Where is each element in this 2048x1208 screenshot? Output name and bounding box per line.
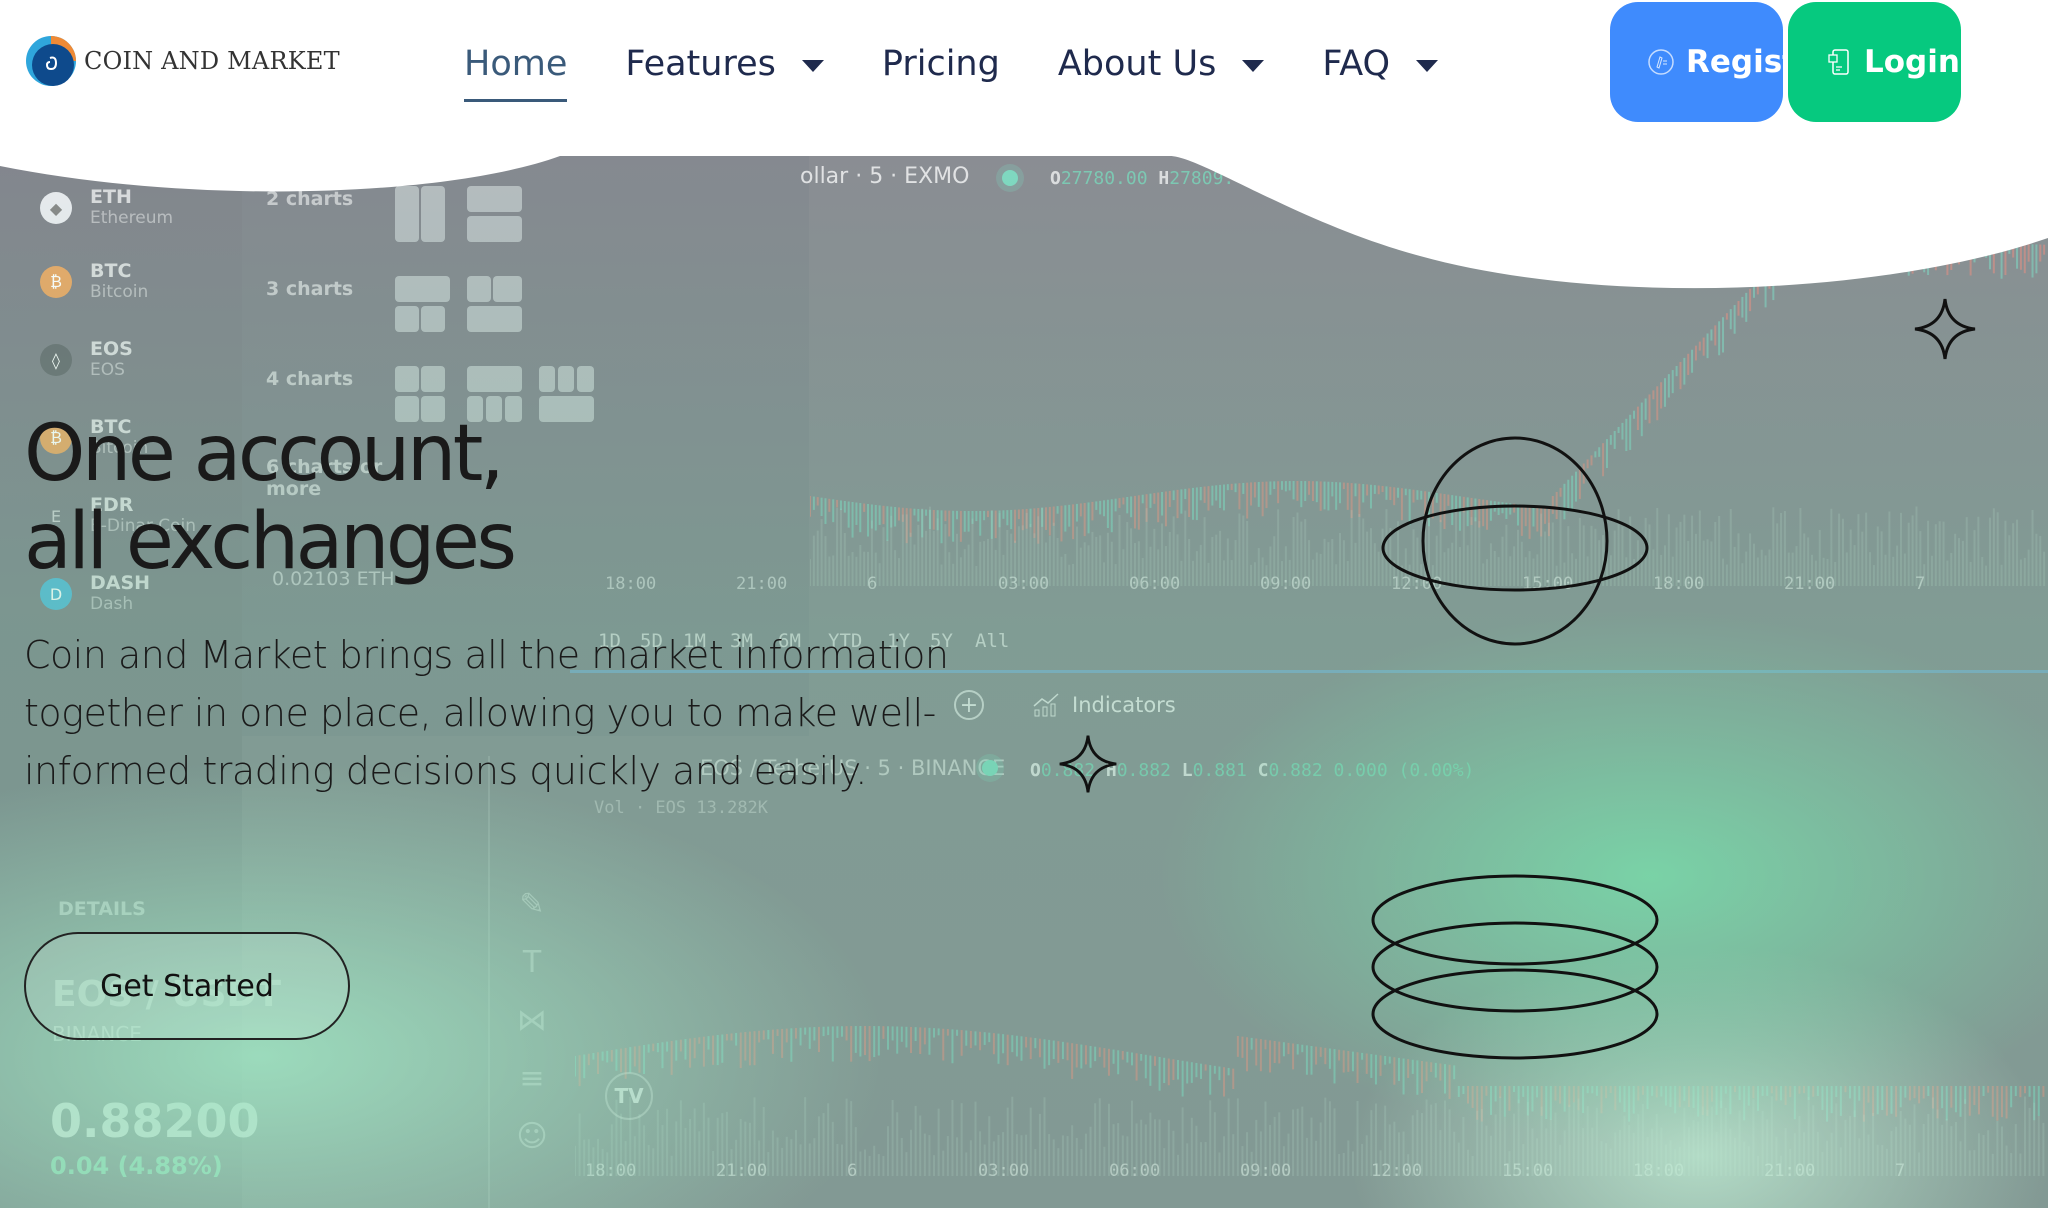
caret-down-icon: [1242, 60, 1265, 72]
time-axis-label: 18:00: [1633, 1161, 1685, 1181]
coin-name: EOS: [90, 360, 125, 380]
layout-tile: [467, 366, 522, 392]
brush-icon[interactable]: ✎: [512, 876, 552, 934]
time-axis-label: 21:00: [736, 574, 788, 594]
hero-title-line-1: One account,: [24, 409, 505, 499]
time-axis-label: 21:00: [716, 1161, 768, 1181]
details-heading: DETAILS: [58, 898, 146, 920]
bottom-close: 0.882: [1268, 760, 1323, 781]
time-axis-label: 09:00: [1240, 1161, 1292, 1181]
time-axis-label: 03:00: [998, 574, 1050, 594]
nav-features-label: Features: [625, 44, 776, 84]
time-axis-label: 06:00: [1109, 1161, 1161, 1181]
layout-tile: [421, 306, 445, 332]
edit-circle-icon: [1648, 49, 1674, 75]
sparkle-icon: [1914, 298, 1976, 360]
bottom-change: 0.000 (0.00%): [1333, 760, 1475, 781]
time-axis-label: 18:00: [1653, 574, 1705, 594]
time-axis-label: 21:00: [1764, 1161, 1816, 1181]
time-axis-label: 6: [867, 574, 878, 594]
toolbar-divider: [488, 756, 490, 1208]
volume-readout: Vol · EOS 13.282K: [594, 798, 768, 818]
live-status-dot: [982, 760, 998, 776]
indicators-button[interactable]: + Indicators: [954, 690, 1176, 720]
text-tool-icon[interactable]: T: [512, 934, 552, 992]
login-button[interactable]: Login: [1788, 2, 1961, 122]
nav-home-label: Home: [464, 44, 568, 84]
nav-faq[interactable]: FAQ: [1322, 38, 1439, 90]
nav-pricing[interactable]: Pricing: [882, 38, 1000, 90]
header-wave-shape: [0, 156, 2048, 289]
nav-features[interactable]: Features: [625, 38, 824, 90]
register-button[interactable]: Register: [1610, 2, 1783, 122]
time-axis-label: 18:00: [585, 1161, 637, 1181]
bottom-candlestick-chart: [575, 1026, 2045, 1176]
coin-name: Dash: [90, 594, 134, 614]
layout-tile: [539, 366, 555, 392]
time-axis-label: 18:00: [605, 574, 657, 594]
layout-tile: [467, 306, 522, 332]
stacked-rings-icon: [1371, 874, 1659, 1060]
layout-tile: [421, 366, 445, 392]
register-label: Register: [1686, 44, 1783, 80]
indicators-label: Indicators: [1072, 693, 1176, 717]
details-change: 0.04 (4.88%): [50, 1152, 223, 1180]
main-nav: Home Features Pricing About Us FAQ: [464, 38, 1496, 102]
hero-section: ◆ ETH Ethereum ₿ BTC Bitcoin ◊ EOS EOS ₿ BT…: [0, 156, 2048, 1208]
time-axis-label: 12:00: [1371, 1161, 1423, 1181]
time-axis-label: 7: [1895, 1161, 1906, 1181]
hero-description: Coin and Market brings all the market in…: [24, 633, 949, 793]
bottom-low: 0.881: [1192, 760, 1247, 781]
hero-title: One account, all exchanges: [24, 409, 517, 587]
nav-home[interactable]: Home: [464, 38, 568, 102]
time-axis-label: 09:00: [1260, 574, 1312, 594]
hero-title-line-2: all exchanges: [24, 497, 517, 587]
site-header: COIN AND MARKET Home Features Pricing Ab…: [0, 0, 2048, 156]
emoji-tool-icon[interactable]: ☺: [512, 1108, 552, 1166]
layout-tile: [558, 366, 574, 392]
volume-label: Vol · EOS: [594, 798, 687, 818]
caret-down-icon: [801, 60, 824, 72]
time-axis-label: 21:00: [1784, 574, 1836, 594]
details-price: 0.88200: [50, 1094, 260, 1148]
pattern-tool-icon[interactable]: ⋈: [512, 992, 552, 1050]
caret-down-icon: [1416, 60, 1439, 72]
volume-value: 13.282K: [696, 798, 769, 818]
layout-tile: [395, 306, 419, 332]
time-axis-label: 03:00: [978, 1161, 1030, 1181]
indicators-icon: [1033, 693, 1059, 717]
coin-symbol: EOS: [90, 338, 133, 360]
mobile-login-icon: [1828, 49, 1849, 75]
time-axis-label: 15:00: [1502, 1161, 1554, 1181]
time-axis-label: 06:00: [1129, 574, 1181, 594]
layout-tile: [395, 366, 419, 392]
nav-faq-label: FAQ: [1322, 44, 1391, 84]
drawing-toolbar: ✎ T ⋈ ≡ ☺: [512, 876, 552, 1166]
measure-tool-icon[interactable]: ≡: [512, 1050, 552, 1108]
nav-pricing-label: Pricing: [881, 44, 1000, 84]
layout-label: 4 charts: [266, 368, 354, 390]
logo-icon: [26, 36, 76, 86]
range-button-all[interactable]: All: [975, 630, 1009, 652]
coin-row: ◊ EOS EOS: [40, 338, 133, 380]
layout-tile: [577, 366, 594, 392]
bottom-high: 0.882: [1116, 760, 1171, 781]
get-started-button[interactable]: Get Started: [24, 932, 350, 1040]
login-label: Login: [1864, 44, 1960, 80]
layout-tile: [539, 396, 594, 422]
sparkle-icon: [1059, 735, 1117, 793]
time-axis-label: 7: [1915, 574, 1926, 594]
planet-outline-icon: [1381, 436, 1649, 646]
logo-text: COIN AND MARKET: [84, 47, 340, 75]
tradingview-logo-icon: TV: [605, 1072, 653, 1120]
nav-about-us[interactable]: About Us: [1057, 38, 1265, 90]
nav-about-us-label: About Us: [1057, 44, 1217, 84]
logo-link[interactable]: COIN AND MARKET: [24, 34, 340, 88]
time-axis-label: 6: [847, 1161, 858, 1181]
eos-icon: ◊: [40, 344, 72, 376]
